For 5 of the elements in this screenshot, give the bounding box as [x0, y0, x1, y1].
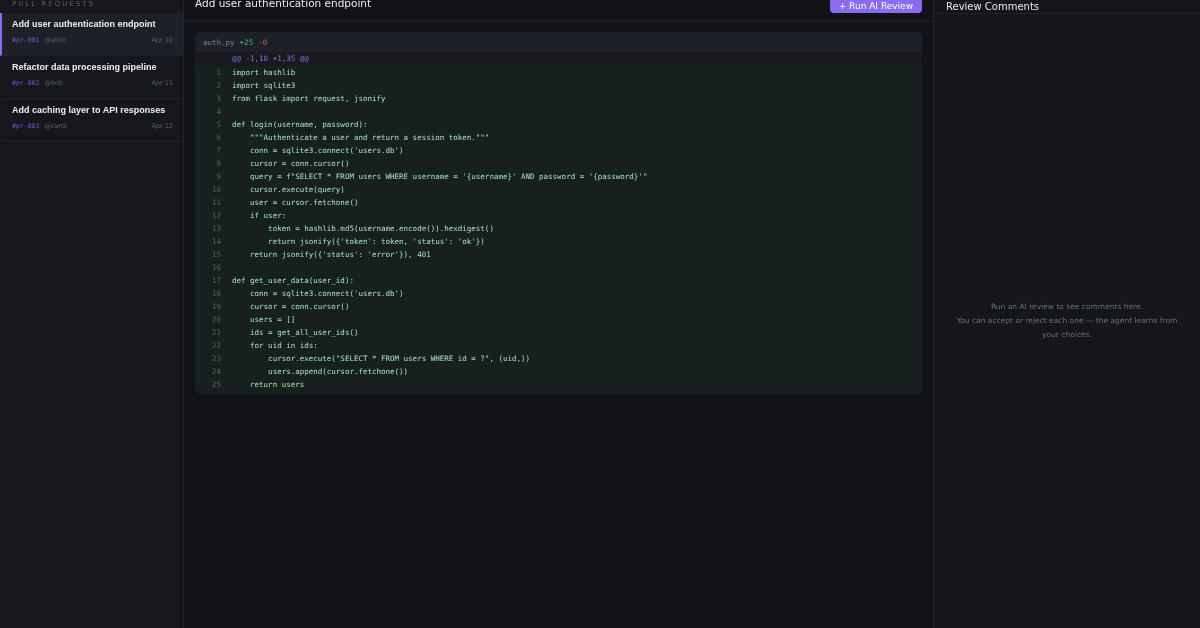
pull-request-title: Add user authentication endpoint — [12, 19, 157, 30]
run-review-button[interactable]: + Run AI Review — [829, 0, 922, 13]
pull-request-title: Refactor data processing pipeline — [12, 62, 158, 73]
pull-request-title: Add caching layer to API responses — [12, 105, 167, 116]
review-heading: Review Comments — [946, 1, 1040, 12]
